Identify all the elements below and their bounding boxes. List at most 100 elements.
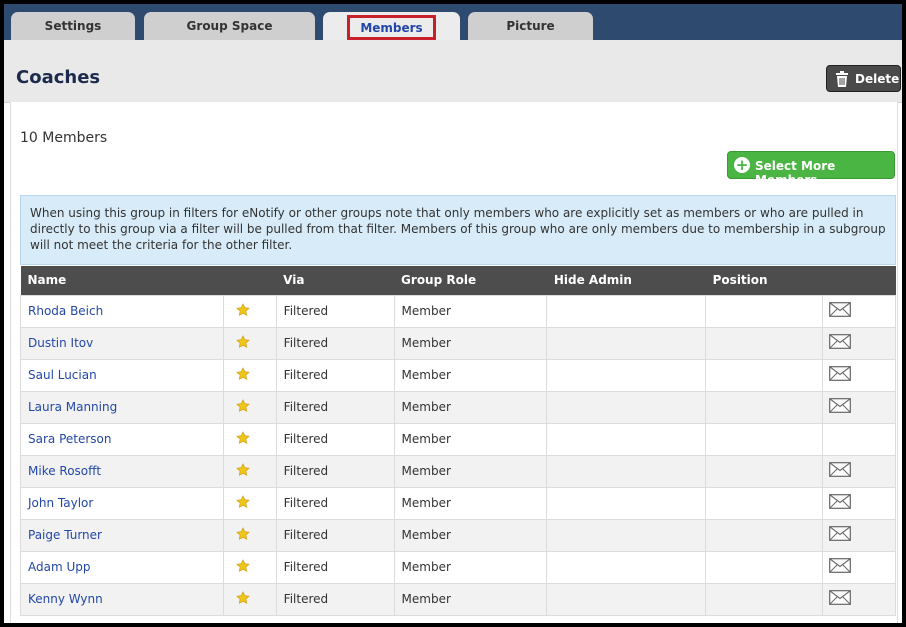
mail-icon[interactable] xyxy=(829,398,851,416)
col-header-group-role[interactable]: Group Role xyxy=(394,266,547,295)
member-name-link[interactable]: John Taylor xyxy=(20,486,224,520)
table-row: Rhoda Beich Filtered Member xyxy=(20,294,896,328)
member-name-link[interactable]: Laura Manning xyxy=(20,390,224,424)
member-hide-admin xyxy=(546,486,707,520)
member-hide-admin xyxy=(546,390,707,424)
member-via: Filtered xyxy=(275,582,395,616)
tab-settings[interactable]: Settings xyxy=(11,12,135,40)
members-table: Name Via Group Role Hide Admin Position … xyxy=(20,266,896,616)
table-header-row: Name Via Group Role Hide Admin Position xyxy=(20,266,896,295)
members-panel: 10 Members + Select More Members When us… xyxy=(10,102,898,623)
delete-label: Delete xyxy=(855,72,900,86)
mail-icon[interactable] xyxy=(829,302,851,320)
member-via: Filtered xyxy=(275,486,395,520)
star-icon xyxy=(236,334,250,352)
col-header-name[interactable]: Name xyxy=(21,266,224,295)
star-icon xyxy=(236,302,250,320)
member-name-link[interactable]: Paige Turner xyxy=(20,518,224,552)
mail-icon[interactable] xyxy=(829,462,851,480)
member-group-role: Member xyxy=(393,550,548,584)
member-name-link[interactable]: Mike Rosofft xyxy=(20,454,224,488)
member-position xyxy=(705,486,824,520)
member-name-link[interactable]: Dustin Itov xyxy=(20,326,224,360)
member-hide-admin xyxy=(546,582,707,616)
table-row: Dustin Itov Filtered Member xyxy=(20,326,896,360)
members-count: 10 Members xyxy=(20,130,108,146)
table-row: Sara Peterson Filtered Member xyxy=(20,422,896,456)
filter-notice: When using this group in filters for eNo… xyxy=(20,195,896,265)
col-header-via[interactable]: Via xyxy=(276,266,394,295)
member-position xyxy=(705,422,824,456)
member-position xyxy=(705,582,824,616)
member-group-role: Member xyxy=(393,486,548,520)
trash-icon xyxy=(836,71,848,87)
col-header-star xyxy=(223,266,276,295)
tab-bar: Settings Group Space Members Picture xyxy=(4,4,902,40)
star-icon xyxy=(236,398,250,416)
mail-icon[interactable] xyxy=(829,334,851,352)
member-hide-admin xyxy=(546,550,707,584)
member-position xyxy=(705,454,824,488)
mail-icon[interactable] xyxy=(829,494,851,512)
member-via: Filtered xyxy=(275,390,395,424)
member-position xyxy=(705,294,824,328)
member-via: Filtered xyxy=(275,358,395,392)
tab-members[interactable]: Members xyxy=(323,12,460,40)
member-via: Filtered xyxy=(275,326,395,360)
member-hide-admin xyxy=(546,326,707,360)
page-header: Coaches Delete xyxy=(4,40,902,103)
member-name-link[interactable]: Sara Peterson xyxy=(20,422,224,456)
app-window: Settings Group Space Members Picture Coa… xyxy=(4,4,902,623)
select-more-members-button[interactable]: + Select More Members xyxy=(727,151,895,187)
star-icon xyxy=(236,526,250,544)
member-position xyxy=(705,326,824,360)
member-hide-admin xyxy=(546,454,707,488)
member-position xyxy=(705,550,824,584)
tab-picture[interactable]: Picture xyxy=(468,12,593,40)
table-row: Paige Turner Filtered Member xyxy=(20,518,896,552)
star-icon xyxy=(236,430,250,448)
delete-button[interactable]: Delete xyxy=(826,65,901,92)
mail-icon[interactable] xyxy=(829,590,851,608)
member-via: Filtered xyxy=(275,518,395,552)
member-position xyxy=(705,390,824,424)
member-name-link[interactable]: Rhoda Beich xyxy=(20,294,224,328)
star-icon xyxy=(236,590,250,608)
member-group-role: Member xyxy=(393,582,548,616)
member-via: Filtered xyxy=(275,422,395,456)
member-via: Filtered xyxy=(275,454,395,488)
member-via: Filtered xyxy=(275,550,395,584)
select-more-label: Select More Members xyxy=(755,159,836,187)
star-icon xyxy=(236,462,250,480)
member-name-link[interactable]: Kenny Wynn xyxy=(20,582,224,616)
member-via: Filtered xyxy=(275,294,395,328)
member-group-role: Member xyxy=(393,294,548,328)
mail-icon[interactable] xyxy=(829,366,851,384)
member-group-role: Member xyxy=(393,358,548,392)
table-row: Adam Upp Filtered Member xyxy=(20,550,896,584)
member-hide-admin xyxy=(546,422,707,456)
plus-circle-icon: + xyxy=(734,156,750,174)
member-group-role: Member xyxy=(393,390,548,424)
page-title: Coaches xyxy=(16,67,101,88)
table-row: Mike Rosofft Filtered Member xyxy=(20,454,896,488)
table-row: Kenny Wynn Filtered Member xyxy=(20,582,896,616)
col-header-mail xyxy=(823,266,896,295)
member-group-role: Member xyxy=(393,518,548,552)
star-icon xyxy=(236,494,250,512)
table-row: Laura Manning Filtered Member xyxy=(20,390,896,424)
star-icon xyxy=(236,558,250,576)
member-group-role: Member xyxy=(393,454,548,488)
member-group-role: Member xyxy=(393,422,548,456)
col-header-hide-admin[interactable]: Hide Admin xyxy=(547,266,706,295)
member-group-role: Member xyxy=(393,326,548,360)
col-header-position[interactable]: Position xyxy=(706,266,823,295)
member-hide-admin xyxy=(546,518,707,552)
mail-icon[interactable] xyxy=(829,558,851,576)
member-name-link[interactable]: Saul Lucian xyxy=(20,358,224,392)
member-hide-admin xyxy=(546,294,707,328)
member-position xyxy=(705,358,824,392)
member-name-link[interactable]: Adam Upp xyxy=(20,550,224,584)
tab-group-space[interactable]: Group Space xyxy=(144,12,315,40)
mail-icon[interactable] xyxy=(829,526,851,544)
